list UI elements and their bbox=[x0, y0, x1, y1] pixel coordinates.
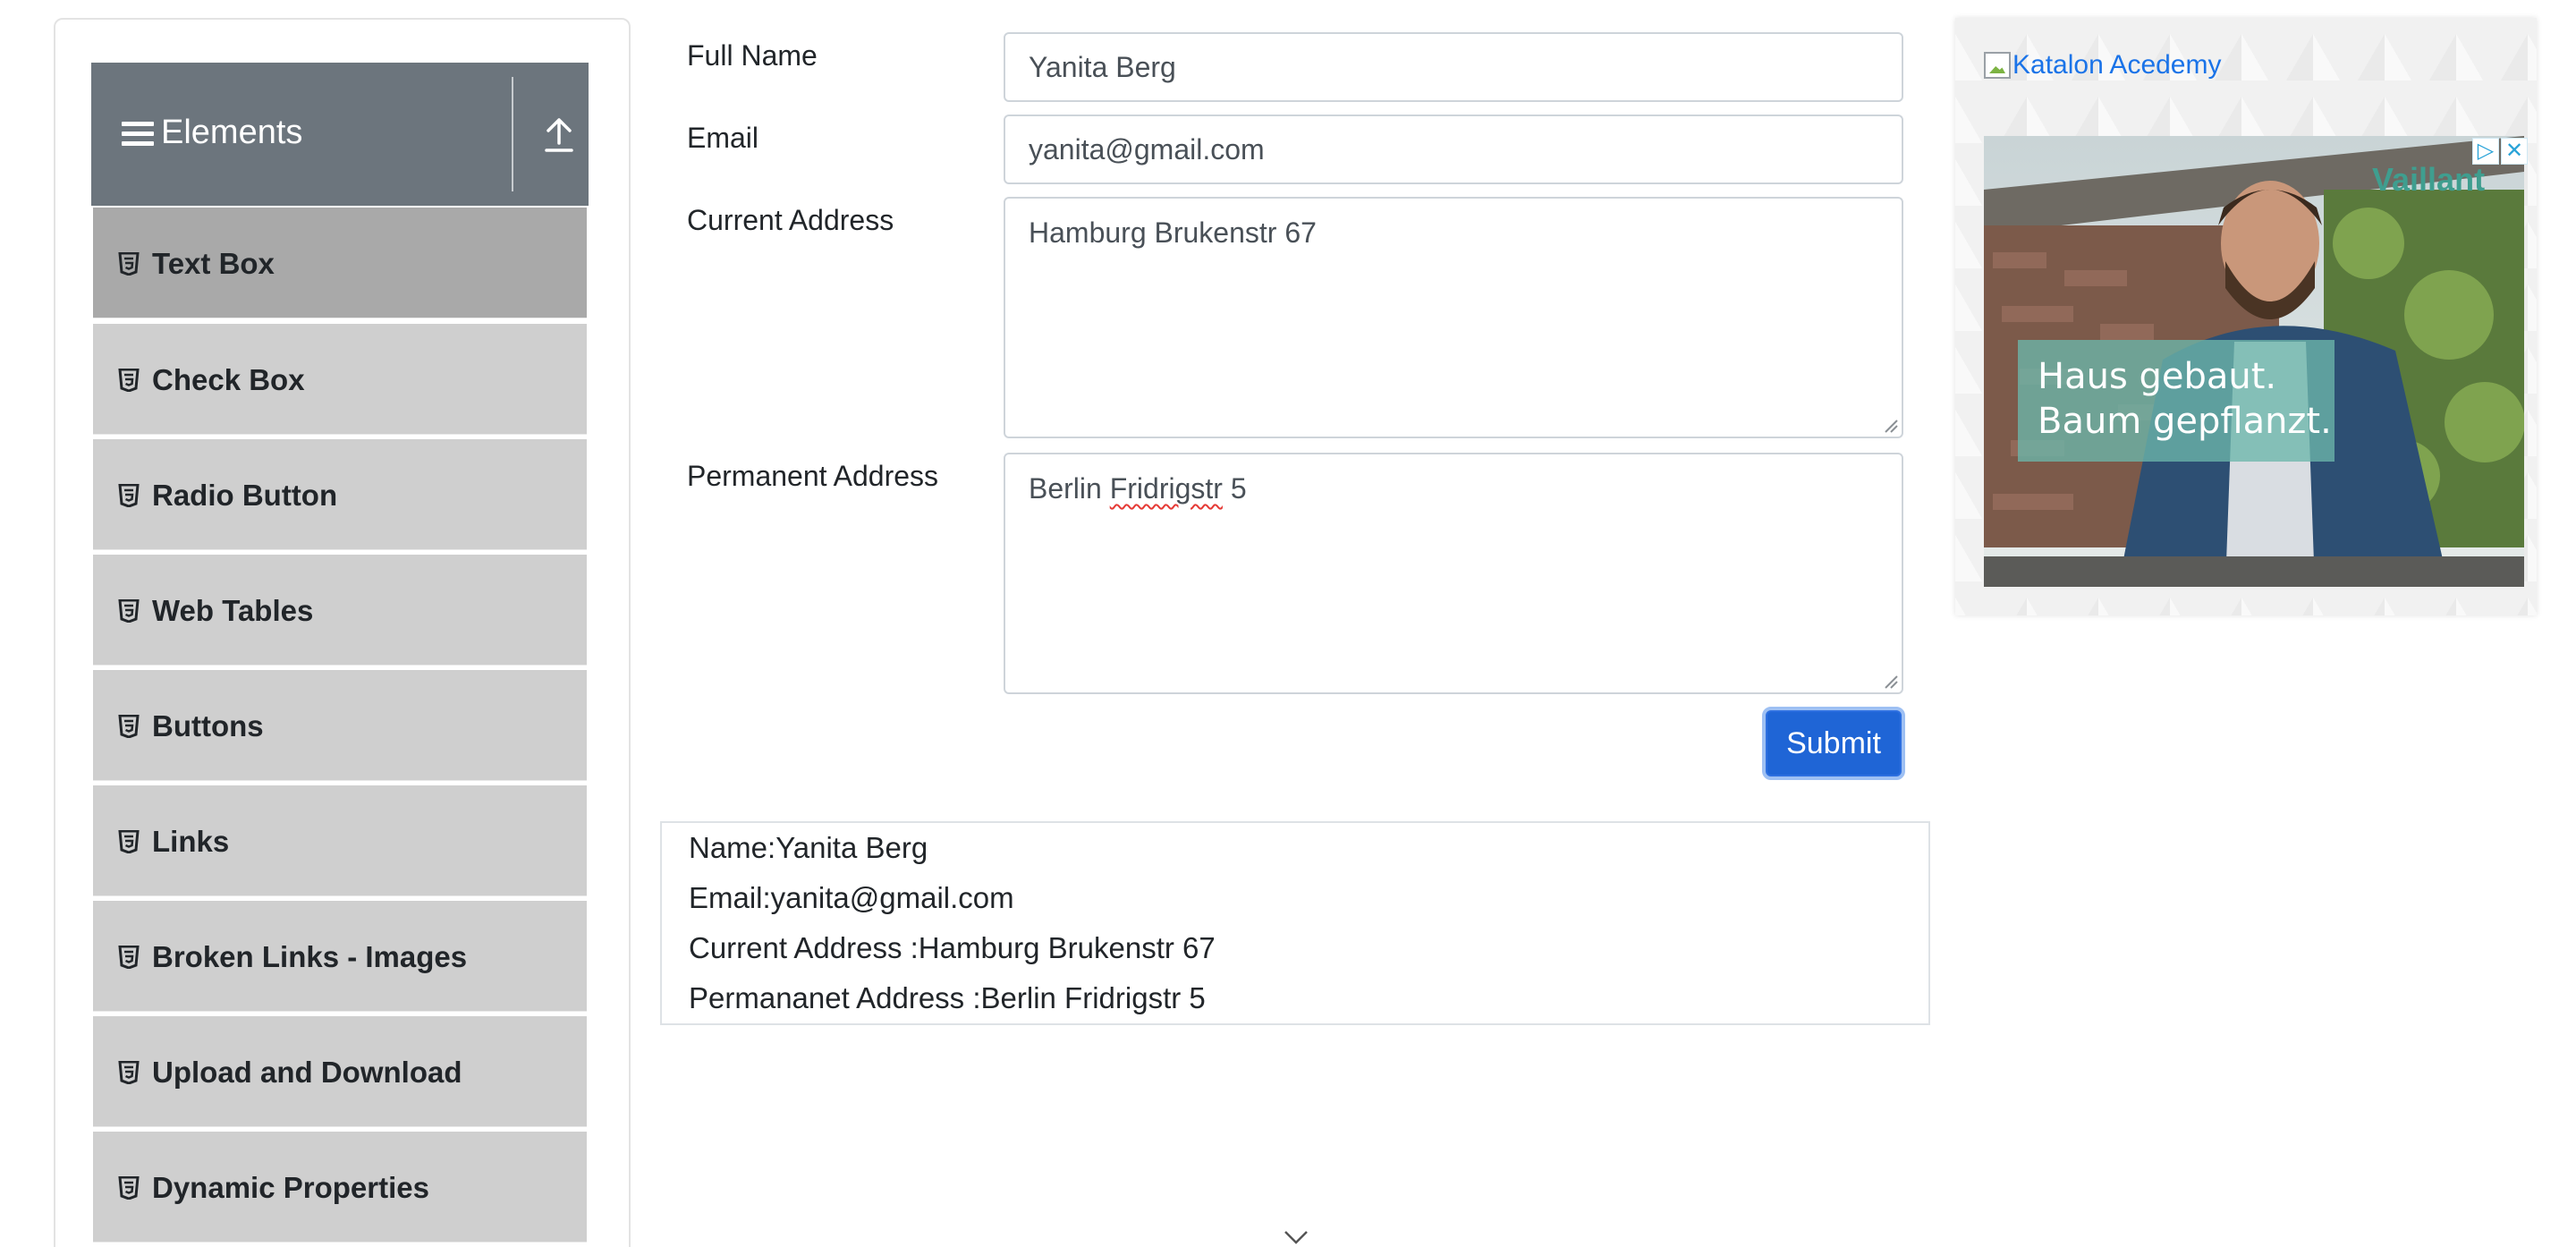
sidebar-item-label: Dynamic Properties bbox=[152, 1171, 429, 1204]
sidebar-item-buttons[interactable]: Buttons bbox=[93, 670, 587, 781]
sidebar-item-label: Text Box bbox=[152, 247, 275, 280]
sidebar-item-dynamic-properties[interactable]: Dynamic Properties bbox=[93, 1132, 587, 1243]
current-address-value: Hamburg Brukenstr 67 bbox=[1029, 216, 1317, 249]
permanent-address-textarea[interactable]: Berlin Fridrigstr 5 bbox=[1004, 453, 1903, 694]
header-divider bbox=[512, 77, 513, 191]
sidebar-item-label: Links bbox=[152, 825, 230, 858]
chevron-down-icon bbox=[1284, 1231, 1308, 1244]
sidebar-item-broken-links-images[interactable]: Broken Links - Images bbox=[93, 901, 587, 1012]
misspelled-word: Fridrigstr bbox=[1109, 472, 1223, 505]
brand-logo: Vaillant bbox=[2372, 161, 2486, 198]
sidebar-item-label: Broken Links - Images bbox=[152, 940, 468, 973]
sidebar-item-links[interactable]: Links bbox=[93, 785, 587, 896]
ad-headline-line-1: Haus gebaut. bbox=[2038, 356, 2277, 397]
collapse-up-arrow-icon[interactable] bbox=[543, 115, 575, 154]
html5-icon bbox=[118, 715, 140, 738]
group-title: Elements bbox=[161, 114, 303, 151]
current-address-textarea[interactable]: Hamburg Brukenstr 67 bbox=[1004, 197, 1903, 438]
html5-icon bbox=[118, 830, 140, 853]
ad-headline-line-2: Baum gepflanzt. bbox=[2038, 401, 2332, 442]
sidebar-item-label: Radio Button bbox=[152, 479, 338, 512]
broken-image-icon bbox=[1984, 52, 2011, 79]
adchoices-icon[interactable]: ▷ bbox=[2472, 138, 2499, 165]
ad-controls[interactable]: ▷ ✕ bbox=[2470, 138, 2528, 165]
html5-icon bbox=[118, 369, 140, 392]
sidebar-item-label: Upload and Download bbox=[152, 1056, 462, 1089]
ad-headline: Haus gebaut. Baum gepflanzt. bbox=[2018, 340, 2334, 462]
ad-link-text: Katalon Acedemy bbox=[2012, 50, 2222, 80]
html5-icon bbox=[118, 1061, 140, 1084]
sidebar-item-label: Web Tables bbox=[152, 594, 314, 627]
output-current-address: Current Address :Hamburg Brukenstr 67 bbox=[689, 931, 1216, 964]
permanent-address-value-suffix: 5 bbox=[1222, 472, 1247, 505]
sidebar-item-label: Check Box bbox=[152, 363, 305, 396]
output-name: Name:Yanita Berg bbox=[689, 831, 928, 864]
sidebar-item-label: Buttons bbox=[152, 709, 264, 742]
current-address-label: Current Address bbox=[687, 204, 894, 236]
sidebar-item-radio-button[interactable]: Radio Button bbox=[93, 439, 587, 550]
output-permanent-address: Permananet Address :Berlin Fridrigstr 5 bbox=[689, 981, 1206, 1014]
sidebar-item-upload-and-download[interactable]: Upload and Download bbox=[93, 1016, 587, 1127]
sidebar-item-text-box[interactable]: Text Box bbox=[93, 208, 587, 318]
submit-button[interactable]: Submit bbox=[1762, 707, 1905, 780]
html5-icon bbox=[118, 1176, 140, 1200]
close-icon[interactable]: ✕ bbox=[2501, 138, 2528, 165]
output-email: Email:yanita@gmail.com bbox=[689, 881, 1014, 914]
full-name-label: Full Name bbox=[687, 39, 818, 72]
email-label: Email bbox=[687, 122, 759, 154]
sidebar-item-web-tables[interactable]: Web Tables bbox=[93, 555, 587, 666]
resize-grip-icon[interactable] bbox=[1884, 419, 1898, 433]
html5-icon bbox=[118, 484, 140, 507]
full-name-input[interactable]: Yanita Berg bbox=[1004, 32, 1903, 102]
html5-icon bbox=[118, 599, 140, 623]
output-panel: Name:Yanita Berg Email:yanita@gmail.com … bbox=[660, 821, 1930, 1025]
html5-icon bbox=[118, 252, 140, 276]
sidebar-item-check-box[interactable]: Check Box bbox=[93, 324, 587, 435]
email-input[interactable]: yanita@gmail.com bbox=[1004, 115, 1903, 184]
permanent-address-value-prefix: Berlin bbox=[1029, 472, 1110, 505]
ad-link[interactable]: Katalon Acedemy bbox=[1984, 50, 2221, 81]
elements-group-header[interactable]: Elements bbox=[91, 63, 589, 206]
hamburger-menu-icon bbox=[122, 122, 154, 147]
permanent-address-label: Permanent Address bbox=[687, 460, 939, 492]
resize-grip-icon[interactable] bbox=[1884, 674, 1898, 689]
html5-icon bbox=[118, 946, 140, 969]
